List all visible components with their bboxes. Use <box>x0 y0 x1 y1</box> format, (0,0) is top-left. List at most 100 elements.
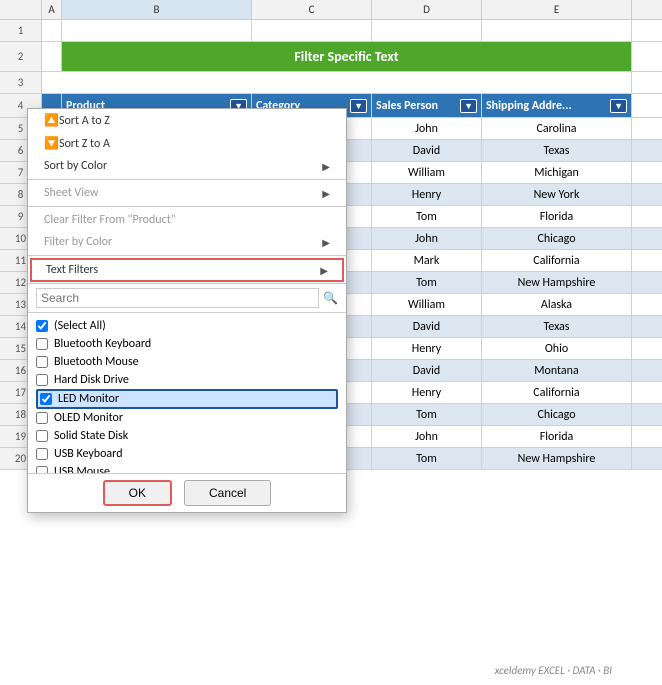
cancel-button[interactable]: Cancel <box>184 480 271 506</box>
checkbox-item-3[interactable]: LED Monitor <box>36 389 338 409</box>
row-2: 2 Filter Specific Text <box>0 42 662 72</box>
cell-12e: New Hampshire <box>482 272 632 293</box>
checkbox-5[interactable] <box>36 430 48 442</box>
checkbox-label-5: Solid State Disk <box>54 429 128 443</box>
clear-filter-item: Clear Filter From "Product" <box>28 209 346 231</box>
cell-10e: Chicago <box>482 228 632 249</box>
cell-18d: Tom <box>372 404 482 425</box>
checkbox-6[interactable] <box>36 448 48 460</box>
checkbox-7[interactable] <box>36 466 48 473</box>
cell-1c <box>252 20 372 41</box>
cell-18e: Chicago <box>482 404 632 425</box>
cell-12d: Tom <box>372 272 482 293</box>
cell-8d: Henry <box>372 184 482 205</box>
separator-2 <box>28 206 346 207</box>
cell-17e: California <box>482 382 632 403</box>
sheet-view-item: Sheet View ▶ <box>28 182 346 204</box>
checkbox-item-7[interactable]: USB Mouse <box>36 463 338 473</box>
checkbox-2[interactable] <box>36 374 48 386</box>
filter-dropdown: 🔼 Sort A to Z 🔽 Sort Z to A Sort by Colo… <box>27 108 347 513</box>
text-filters-arrow: ▶ <box>320 264 328 277</box>
category-filter-button[interactable]: ▼ <box>350 99 367 113</box>
salesperson-header: Sales Person ▼ <box>372 94 482 117</box>
shipping-header: Shipping Addre... ▼ <box>482 94 632 117</box>
sort-by-color-item[interactable]: Sort by Color ▶ <box>28 155 346 177</box>
select-all-label: (Select All) <box>54 319 106 333</box>
checkbox-3[interactable] <box>40 393 52 405</box>
sort-az-icon: 🔼 <box>44 113 59 128</box>
checkbox-item-5[interactable]: Solid State Disk <box>36 427 338 445</box>
checkbox-list: (Select All) Bluetooth Keyboard Bluetooth… <box>28 313 346 473</box>
checkbox-label-1: Bluetooth Mouse <box>54 355 139 369</box>
row-3: 3 <box>0 72 662 94</box>
ok-button[interactable]: OK <box>103 480 172 506</box>
checkbox-label-3: LED Monitor <box>58 392 119 406</box>
cell-5e: Carolina <box>482 118 632 139</box>
rownum-3: 3 <box>0 72 42 93</box>
cell-10d: John <box>372 228 482 249</box>
separator-3 <box>28 255 346 256</box>
cell-14d: David <box>372 316 482 337</box>
cell-19d: John <box>372 426 482 447</box>
cell-9d: Tom <box>372 206 482 227</box>
col-b-header: B <box>62 0 252 19</box>
checkbox-4[interactable] <box>36 412 48 424</box>
cell-1e <box>482 20 632 41</box>
sheet-view-arrow: ▶ <box>322 187 330 200</box>
col-e-header: E <box>482 0 632 19</box>
corner-cell <box>0 0 42 19</box>
cell-1b <box>62 20 252 41</box>
cell-20d: Tom <box>372 448 482 469</box>
filter-by-color-item: Filter by Color ▶ <box>28 231 346 253</box>
cell-6e: Texas <box>482 140 632 161</box>
cell-14e: Texas <box>482 316 632 337</box>
dialog-buttons: OK Cancel <box>28 473 346 512</box>
filter-color-label: Filter by Color <box>44 235 112 249</box>
checkbox-item-2[interactable]: Hard Disk Drive <box>36 371 338 389</box>
sort-a-z-item[interactable]: 🔼 Sort A to Z <box>28 109 346 132</box>
checkbox-label-7: USB Mouse <box>54 465 110 473</box>
text-filters-item[interactable]: Text Filters ▶ <box>30 258 344 282</box>
checkbox-0[interactable] <box>36 338 48 350</box>
search-input[interactable] <box>36 288 319 308</box>
col-c-header: C <box>252 0 372 19</box>
search-container: 🔍 <box>28 283 346 313</box>
spreadsheet: A B C D E 1 2 Filter Specific Text 3 4 P… <box>0 0 662 685</box>
row-1: 1 <box>0 20 662 42</box>
select-all-item[interactable]: (Select All) <box>36 317 338 335</box>
checkbox-label-4: OLED Monitor <box>54 411 123 425</box>
cell-11e: California <box>482 250 632 271</box>
separator-1 <box>28 179 346 180</box>
rownum-2: 2 <box>0 42 42 71</box>
cell-3 <box>42 72 632 93</box>
cell-8e: New York <box>482 184 632 205</box>
checkbox-label-0: Bluetooth Keyboard <box>54 337 151 351</box>
select-all-checkbox[interactable] <box>36 320 48 332</box>
col-d-header: D <box>372 0 482 19</box>
cell-16d: David <box>372 360 482 381</box>
cell-15e: Ohio <box>482 338 632 359</box>
salesperson-filter-button[interactable]: ▼ <box>460 99 477 113</box>
checkbox-item-6[interactable]: USB Keyboard <box>36 445 338 463</box>
column-headers: A B C D E <box>0 0 662 20</box>
title-cell: Filter Specific Text <box>62 42 632 71</box>
checkbox-1[interactable] <box>36 356 48 368</box>
text-filters-label: Text Filters <box>46 263 98 277</box>
salesperson-header-label: Sales Person <box>376 99 438 113</box>
cell-11d: Mark <box>372 250 482 271</box>
cell-5d: John <box>372 118 482 139</box>
search-icon: 🔍 <box>323 291 338 306</box>
sort-z-a-item[interactable]: 🔽 Sort Z to A <box>28 132 346 155</box>
cell-13d: William <box>372 294 482 315</box>
checkbox-item-1[interactable]: Bluetooth Mouse <box>36 353 338 371</box>
shipping-header-label: Shipping Addre... <box>486 99 572 113</box>
cell-7e: Michigan <box>482 162 632 183</box>
checkbox-item-4[interactable]: OLED Monitor <box>36 409 338 427</box>
sheet-view-label: Sheet View <box>44 186 98 200</box>
sort-za-label: Sort Z to A <box>59 137 110 151</box>
filter-color-arrow: ▶ <box>322 236 330 249</box>
checkbox-label-6: USB Keyboard <box>54 447 123 461</box>
checkbox-item-0[interactable]: Bluetooth Keyboard <box>36 335 338 353</box>
cell-7d: William <box>372 162 482 183</box>
shipping-filter-button[interactable]: ▼ <box>610 99 627 113</box>
